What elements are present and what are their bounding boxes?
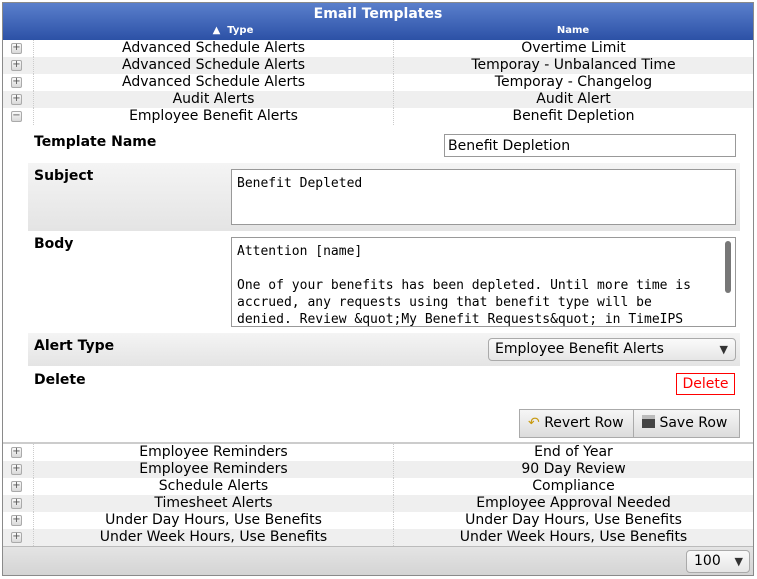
column-header-name[interactable]: Name [543, 25, 603, 36]
table-row[interactable]: + Schedule Alerts Compliance [3, 478, 753, 495]
delete-label: Delete [34, 372, 86, 388]
cell-type: Under Week Hours, Use Benefits [33, 529, 393, 546]
revert-row-button[interactable]: ↶ Revert Row [519, 409, 634, 438]
cell-name: 90 Day Review [393, 461, 753, 478]
expand-icon[interactable]: + [11, 77, 22, 88]
cell-name: Employee Approval Needed [393, 495, 753, 512]
chevron-down-icon: ▼ [734, 555, 743, 568]
cell-name: Overtime Limit [393, 40, 753, 57]
table-row[interactable]: + Audit Alerts Audit Alert [3, 91, 753, 108]
expand-icon[interactable]: + [11, 515, 22, 526]
column-header-type[interactable]: ▲ Type [193, 25, 273, 36]
table-row[interactable]: + Advanced Schedule Alerts Temporay - Unba… [3, 57, 753, 74]
template-name-label: Template Name [34, 134, 157, 150]
cell-type: Advanced Schedule Alerts [33, 57, 393, 74]
cell-type: Timesheet Alerts [33, 495, 393, 512]
page-size-select[interactable]: 100 ▼ [686, 550, 750, 573]
expand-icon[interactable]: + [11, 464, 22, 475]
grid-title: Email Templates [313, 6, 443, 22]
cell-name: Under Week Hours, Use Benefits [393, 529, 753, 546]
expand-icon[interactable]: + [11, 94, 22, 105]
page-size-value: 100 [694, 553, 721, 569]
cell-type: Audit Alerts [33, 91, 393, 108]
revert-label: Revert Row [544, 415, 624, 431]
cell-name: Temporay - Unbalanced Time [393, 57, 753, 74]
cell-type: Advanced Schedule Alerts [33, 74, 393, 91]
alert-type-select[interactable]: Employee Benefit Alerts ▼ [488, 338, 736, 361]
expand-icon[interactable]: + [11, 447, 22, 458]
cell-type: Schedule Alerts [33, 478, 393, 495]
table-row[interactable]: + Advanced Schedule Alerts Overtime Limit [3, 40, 753, 57]
table-row-expanded[interactable]: − Employee Benefit Alerts Benefit Depletio… [3, 108, 753, 125]
sort-asc-icon: ▲ [212, 25, 221, 36]
grid-header: Email Templates ▲ Type Name [3, 3, 753, 40]
subject-textarea[interactable]: Benefit Depleted [231, 169, 736, 225]
email-templates-grid: Email Templates ▲ Type Name + Advanced Sc… [2, 2, 754, 576]
alert-type-value: Employee Benefit Alerts [495, 341, 664, 357]
expand-icon[interactable]: + [11, 498, 22, 509]
cell-type: Advanced Schedule Alerts [33, 40, 393, 57]
cell-name: Benefit Depletion [393, 108, 753, 125]
table-row[interactable]: + Advanced Schedule Alerts Temporay - Chan… [3, 74, 753, 91]
body-label: Body [34, 236, 74, 252]
body-scrollbar[interactable] [725, 241, 731, 293]
table-row[interactable]: + Timesheet Alerts Employee Approval Neede… [3, 495, 753, 512]
body-textarea[interactable]: Attention [name] One of your benefits ha… [231, 237, 736, 327]
save-label: Save Row [659, 415, 728, 431]
save-row-button[interactable]: Save Row [633, 409, 740, 438]
template-name-input[interactable] [444, 134, 736, 157]
table-row[interactable]: + Under Day Hours, Use Benefits Under Day … [3, 512, 753, 529]
table-row[interactable]: + Employee Reminders 90 Day Review [3, 461, 753, 478]
expand-icon[interactable]: + [11, 532, 22, 543]
cell-type: Employee Reminders [33, 461, 393, 478]
chevron-down-icon: ▼ [719, 343, 728, 356]
cell-name: Under Day Hours, Use Benefits [393, 512, 753, 529]
expand-icon[interactable]: + [11, 43, 22, 54]
floppy-disk-icon [642, 415, 655, 428]
cell-name: Compliance [393, 478, 753, 495]
alert-type-label: Alert Type [34, 338, 115, 354]
delete-button[interactable]: Delete [676, 373, 735, 395]
cell-type: Under Day Hours, Use Benefits [33, 512, 393, 529]
cell-name: Audit Alert [393, 91, 753, 108]
expand-icon[interactable]: + [11, 481, 22, 492]
undo-icon: ↶ [528, 415, 540, 431]
grid-footer: 100 ▼ [3, 546, 753, 575]
collapse-icon[interactable]: − [11, 111, 22, 122]
expand-icon[interactable]: + [11, 60, 22, 71]
cell-type: Employee Reminders [33, 444, 393, 461]
table-row[interactable]: + Under Week Hours, Use Benefits Under Wee… [3, 529, 753, 546]
cell-name: End of Year [393, 444, 753, 461]
table-row[interactable]: + Employee Reminders End of Year [3, 444, 753, 461]
type-label: Type [227, 25, 254, 36]
cell-type: Employee Benefit Alerts [33, 108, 393, 125]
cell-name: Temporay - Changelog [393, 74, 753, 91]
subject-label: Subject [34, 168, 94, 184]
